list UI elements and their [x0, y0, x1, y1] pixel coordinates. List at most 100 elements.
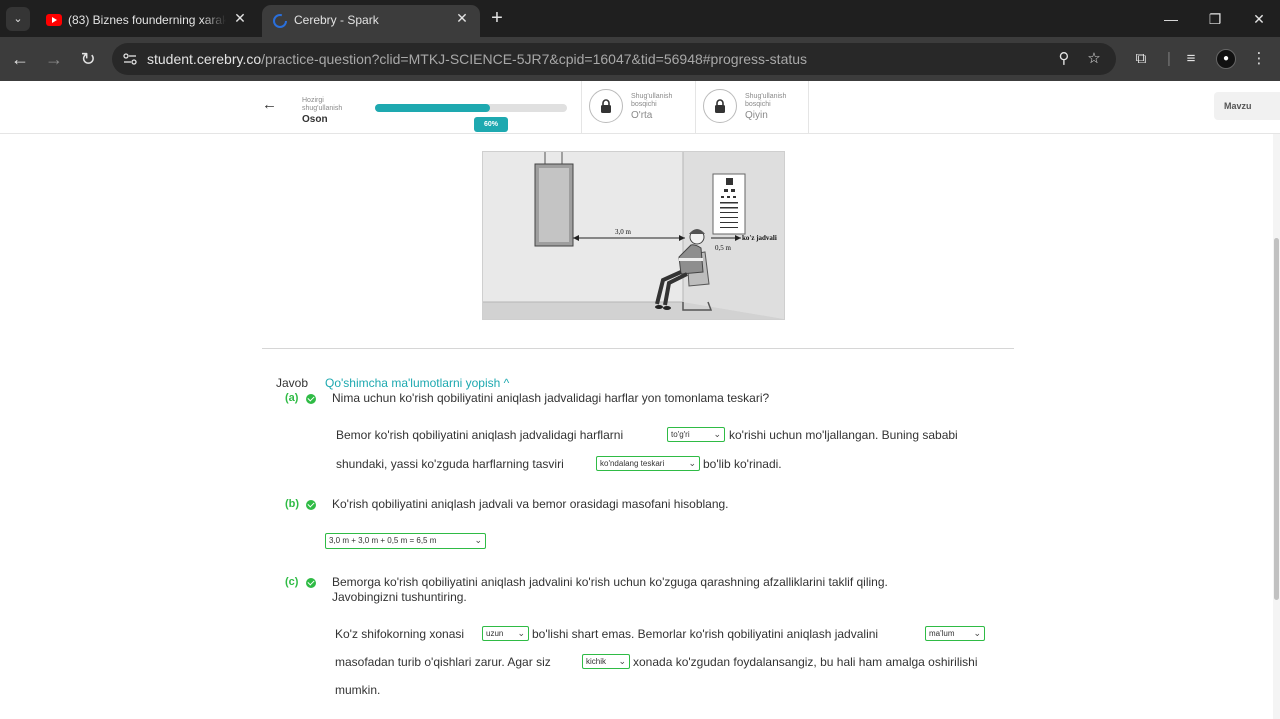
- chevron-down-icon: ⌄: [688, 458, 696, 468]
- progress-bar: [375, 104, 567, 112]
- part-c-text-3: masofadan turib o'qishlari zarur. Agar s…: [335, 655, 551, 669]
- distance-label: 3,0 m: [615, 228, 632, 236]
- current-level: Hozirgi shug'ullanish Oson: [302, 97, 342, 125]
- part-c-text-1: Ko'z shifokorning xonasi: [335, 627, 465, 641]
- select-value: uzun: [486, 629, 504, 638]
- chevron-down-icon: ⌄: [973, 628, 981, 638]
- youtube-icon: [46, 14, 62, 26]
- correct-check-icon: [306, 578, 316, 588]
- extensions-icon[interactable]: ⧉: [1130, 48, 1152, 70]
- locked-level-hard[interactable]: Shug'ullanish bosqichi Qiyin: [703, 89, 813, 127]
- tab-search-chevron-icon[interactable]: ⌄: [6, 7, 30, 31]
- chevron-up-icon: ^: [503, 376, 510, 390]
- close-tab-icon[interactable]: ✕: [454, 10, 470, 26]
- browser-tab-cerebry[interactable]: Cerebry - Spark ✕: [262, 5, 480, 37]
- forward-icon[interactable]: →: [42, 47, 66, 71]
- divider: [808, 81, 809, 133]
- new-tab-icon[interactable]: +: [486, 8, 508, 30]
- part-b-question: Ko'rish qobiliyatini aniqlash jadvali va…: [332, 497, 729, 511]
- locked-level-name: Qiyin: [745, 110, 768, 121]
- correct-check-icon: [306, 394, 316, 404]
- locked-label-2: bosqichi: [745, 101, 771, 108]
- back-arrow-icon[interactable]: ←: [262, 96, 277, 113]
- lock-icon: [703, 89, 737, 123]
- locked-label-2: bosqichi: [631, 101, 657, 108]
- eye-exam-drawing: 3,0 m ko'z jadvali 0,5 m: [483, 152, 784, 319]
- current-label-1: Hozirgi: [302, 97, 324, 104]
- select-value: kichik: [586, 657, 607, 666]
- part-a-question: Nima uchun ko'rish qobiliyatini aniqlash…: [332, 391, 770, 405]
- browser-tab-strip: ⌄ (83) Biznes founderning xarakte ✕ Cere…: [0, 0, 1280, 37]
- cerebry-logo-icon: [273, 14, 287, 28]
- part-a-select-1[interactable]: to'g'ri ⌄: [667, 427, 725, 442]
- practice-header: ← Hozirgi shug'ullanish Oson 60% Shug'ul…: [0, 81, 1280, 134]
- tab-title: (83) Biznes founderning xarakte: [68, 13, 226, 27]
- answer-heading: Javob: [276, 376, 309, 390]
- locked-level-name: O'rta: [631, 110, 653, 121]
- part-a-label: (a): [285, 392, 299, 404]
- chart-label: ko'z jadvali: [742, 234, 777, 242]
- part-c-question-1: Bemorga ko'rish qobiliyatini aniqlash ja…: [332, 575, 888, 589]
- toggle-label: Qo'shimcha ma'lumotlarni yopish: [325, 376, 501, 390]
- chevron-down-icon: ⌄: [474, 535, 482, 545]
- progress-fill: [375, 104, 491, 112]
- url-text: student.cerebry.co/practice-question?cli…: [147, 51, 807, 67]
- scrollbar-thumb[interactable]: [1274, 238, 1279, 600]
- part-a-text-3: shundaki, yassi ko'zguda harflarning tas…: [336, 457, 564, 471]
- locked-level-medium[interactable]: Shug'ullanish bosqichi O'rta: [589, 89, 699, 127]
- toolbar-divider: |: [1167, 50, 1171, 67]
- chevron-down-icon: ⌄: [618, 656, 626, 666]
- part-c-select-2[interactable]: ma'lum ⌄: [925, 626, 985, 641]
- part-b-label: (b): [285, 498, 300, 510]
- locked-label-1: Shug'ullanish: [745, 93, 787, 100]
- current-level-name: Oson: [302, 114, 328, 125]
- part-c-label: (c): [285, 576, 299, 588]
- url-path: /practice-question?clid=MTKJ-SCIENCE-5JR…: [261, 51, 808, 67]
- close-tab-icon[interactable]: ✕: [232, 10, 248, 26]
- part-a-text-4: bo'lib ko'rinadi.: [703, 457, 782, 471]
- part-a-text-1: Bemor ko'rish qobiliyatini aniqlash jadv…: [336, 428, 624, 442]
- select-value: to'g'ri: [671, 430, 690, 439]
- current-label-2: shug'ullanish: [302, 105, 343, 112]
- part-c-text-4: xonada ko'zgudan foydalansangiz, bu hali…: [633, 655, 978, 669]
- chevron-down-icon: ⌄: [517, 628, 525, 638]
- back-icon[interactable]: ←: [8, 47, 32, 71]
- zoom-icon[interactable]: ⚲: [1054, 49, 1074, 69]
- correct-check-icon: [306, 500, 316, 510]
- reload-icon[interactable]: ↻: [76, 47, 100, 71]
- small-distance-label: 0,5 m: [715, 244, 732, 252]
- part-a-select-2[interactable]: ko'ndalang teskari ⌄: [596, 456, 700, 471]
- select-value: ko'ndalang teskari: [600, 459, 665, 468]
- site-info-icon[interactable]: [122, 51, 138, 67]
- tab-title: Cerebry - Spark: [294, 13, 379, 27]
- select-value: 3,0 m + 3,0 m + 0,5 m = 6,5 m: [329, 536, 437, 545]
- toggle-extra-info[interactable]: Qo'shimcha ma'lumotlarni yopish ^: [325, 376, 509, 390]
- part-c-select-1[interactable]: uzun ⌄: [482, 626, 529, 641]
- select-value: ma'lum: [929, 629, 955, 638]
- part-a-text-2: ko'rishi uchun mo'ljallangan. Buning sab…: [729, 428, 958, 442]
- part-c-select-3[interactable]: kichik ⌄: [582, 654, 630, 669]
- section-divider: [262, 348, 1014, 349]
- part-b-select[interactable]: 3,0 m + 3,0 m + 0,5 m = 6,5 m ⌄: [325, 533, 486, 549]
- profile-avatar[interactable]: ●: [1216, 49, 1236, 69]
- url-domain: student.cerebry.co: [147, 51, 262, 67]
- media-control-icon[interactable]: ≡: [1180, 48, 1202, 70]
- progress-badge: 60%: [474, 117, 508, 132]
- more-menu-icon[interactable]: ⋮: [1248, 48, 1270, 70]
- address-bar[interactable]: student.cerebry.co/practice-question?cli…: [112, 43, 1116, 75]
- part-c-text-2: bo'lishi shart emas. Bemorlar ko'rish qo…: [532, 627, 879, 641]
- browser-toolbar: ← → ↻ student.cerebry.co/practice-questi…: [0, 37, 1280, 81]
- part-c-text-5: mumkin.: [335, 683, 381, 697]
- part-c-question-2: Javobingizni tushuntiring.: [332, 590, 467, 604]
- close-window-icon[interactable]: ✕: [1248, 9, 1270, 29]
- divider: [695, 81, 696, 133]
- restore-icon[interactable]: ❐: [1204, 9, 1226, 29]
- chevron-down-icon: ⌄: [713, 429, 721, 439]
- topic-button[interactable]: Mavzu: [1214, 92, 1280, 120]
- lock-icon: [589, 89, 623, 123]
- locked-label-1: Shug'ullanish: [631, 93, 673, 100]
- divider: [581, 81, 582, 133]
- bookmark-star-icon[interactable]: ☆: [1084, 49, 1104, 69]
- browser-tab-youtube[interactable]: (83) Biznes founderning xarakte ✕: [36, 5, 258, 37]
- minimize-icon[interactable]: —: [1160, 9, 1182, 29]
